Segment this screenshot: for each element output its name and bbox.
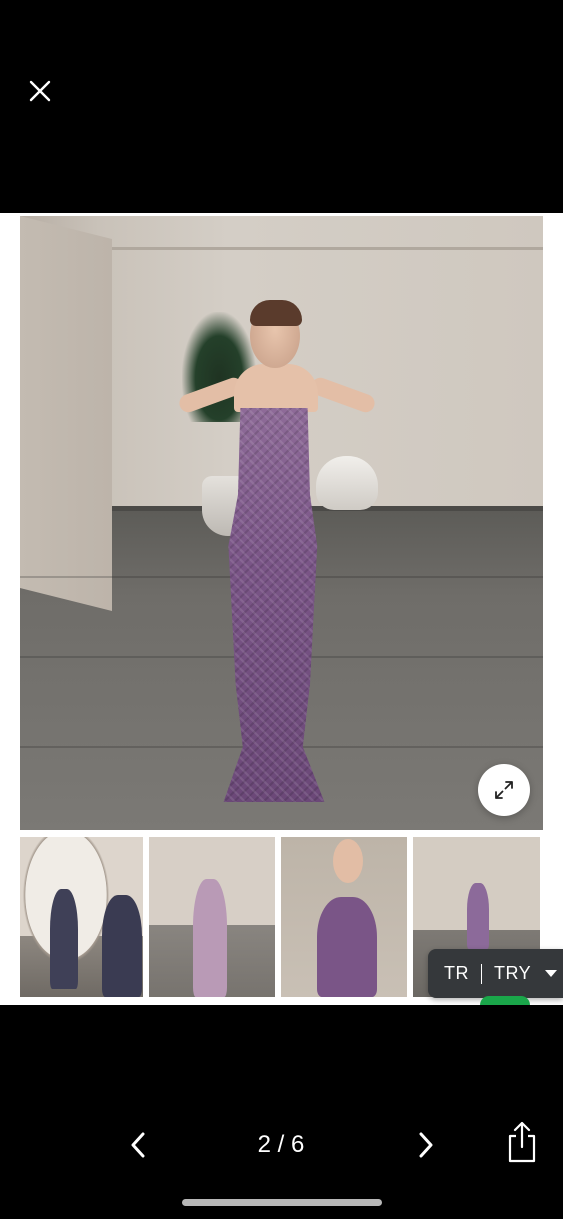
model-shoulders [234, 364, 318, 412]
currency-code: TRY [494, 963, 532, 983]
previous-button[interactable] [122, 1128, 156, 1162]
expand-button[interactable] [478, 764, 530, 816]
thumbnail-3[interactable] [281, 837, 407, 997]
thumbnail-model-head [333, 839, 363, 883]
photo-wall [20, 216, 112, 611]
chevron-right-icon [419, 1132, 433, 1158]
page-counter: 2 / 6 [257, 1131, 305, 1158]
caret-down-icon [545, 970, 558, 977]
thumbnail-model [317, 897, 377, 997]
currency-divider [481, 963, 482, 984]
thumbnail-1[interactable] [20, 837, 143, 997]
thumbnail-2[interactable] [149, 837, 275, 997]
home-indicator [182, 1199, 382, 1206]
model-figure [176, 300, 378, 802]
thumbnail-model [467, 883, 489, 949]
purple-sequin-gown [223, 408, 325, 802]
expand-icon [495, 781, 513, 799]
thumbnail-model [102, 895, 142, 997]
model-hair [250, 300, 302, 326]
thumbnail-model [193, 879, 227, 997]
chevron-left-icon [131, 1132, 145, 1158]
country-code: TR [444, 963, 469, 983]
thumbnail-model [50, 889, 78, 989]
share-icon [508, 1121, 536, 1163]
share-button[interactable] [504, 1119, 540, 1165]
main-product-photo[interactable] [20, 216, 543, 830]
chat-button[interactable] [480, 996, 530, 1005]
currency-selector[interactable]: TR TRY [428, 949, 563, 998]
pager-bar: 2 / 6 [0, 1110, 563, 1180]
close-icon [29, 80, 51, 102]
close-button[interactable] [26, 77, 54, 105]
next-button[interactable] [408, 1128, 442, 1162]
model-arm [308, 375, 378, 415]
photo-ceiling-line [112, 247, 543, 250]
